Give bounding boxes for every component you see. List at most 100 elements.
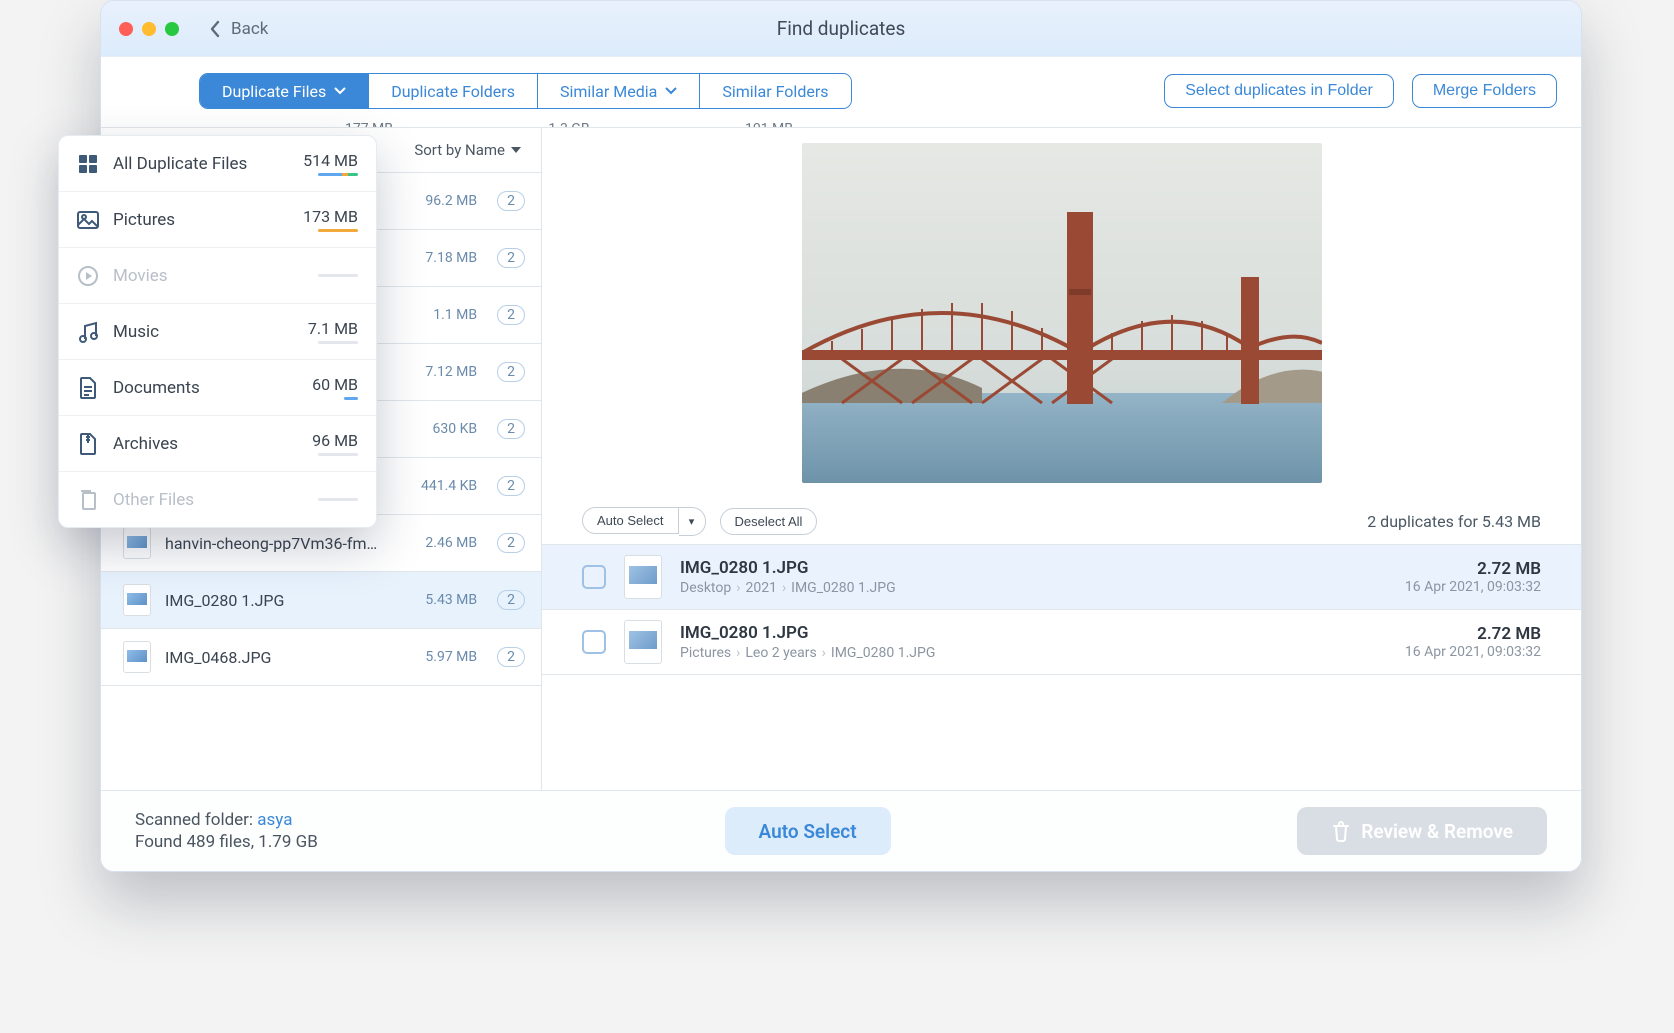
- auto-select-button[interactable]: Auto Select: [582, 507, 679, 534]
- review-remove-button[interactable]: Review & Remove: [1297, 807, 1547, 855]
- category-archives[interactable]: Archives 96 MB: [59, 416, 376, 472]
- category-size: 96 MB: [312, 431, 358, 450]
- file-size: 441.4 KB: [421, 478, 477, 494]
- auto-select-split: Auto Select ▾: [582, 507, 706, 536]
- tab-bar: Duplicate Files Duplicate Folders Simila…: [199, 73, 852, 109]
- tab-similar-folders[interactable]: Similar Folders: [700, 74, 850, 108]
- duplicate-count-badge: 2: [497, 533, 525, 553]
- category-label: All Duplicate Files: [113, 154, 289, 174]
- toolbar: Duplicate Files Duplicate Folders Simila…: [101, 56, 1581, 115]
- file-size: 1.1 MB: [433, 307, 477, 323]
- tab-duplicate-files[interactable]: Duplicate Files: [200, 74, 369, 108]
- duplicate-count-badge: 2: [497, 590, 525, 610]
- category-label: Documents: [113, 378, 298, 398]
- chevron-down-icon: [665, 87, 677, 95]
- file-size: 2.46 MB: [425, 535, 477, 551]
- file-name: IMG_0468.JPG: [165, 648, 411, 667]
- merge-folders-button[interactable]: Merge Folders: [1412, 74, 1557, 108]
- tab-label: Similar Media: [560, 82, 657, 101]
- file-size: 5.97 MB: [425, 649, 477, 665]
- trash-icon: [1331, 820, 1351, 842]
- duplicate-row[interactable]: IMG_0280 1.JPG Desktop›2021›IMG_0280 1.JP…: [542, 545, 1581, 610]
- minimize-icon[interactable]: [142, 22, 156, 36]
- category-documents[interactable]: Documents 60 MB: [59, 360, 376, 416]
- row-checkbox[interactable]: [582, 630, 606, 654]
- sort-label: Sort by Name: [414, 141, 505, 159]
- file-thumbnail-icon: [123, 584, 151, 616]
- window-title: Find duplicates: [101, 17, 1581, 40]
- play-circle-icon: [77, 265, 99, 287]
- auto-select-menu[interactable]: ▾: [679, 507, 706, 536]
- file-thumbnail-icon: [624, 555, 662, 599]
- file-size: 5.43 MB: [425, 592, 477, 608]
- music-icon: [77, 321, 99, 343]
- review-label: Review & Remove: [1361, 820, 1513, 843]
- duplicate-file-path: Desktop›2021›IMG_0280 1.JPG: [680, 580, 1387, 596]
- file-thumbnail-icon: [123, 527, 151, 559]
- file-size: 7.12 MB: [425, 364, 477, 380]
- category-size: 514 MB: [303, 151, 358, 170]
- file-size: 630 KB: [433, 421, 478, 437]
- category-size: 173 MB: [303, 207, 358, 226]
- tab-label: Duplicate Folders: [391, 82, 515, 101]
- category-label: Other Files: [113, 490, 304, 510]
- file-size: 7.18 MB: [425, 250, 477, 266]
- tab-duplicate-folders[interactable]: Duplicate Folders: [369, 74, 538, 108]
- category-pictures[interactable]: Pictures 173 MB: [59, 192, 376, 248]
- scanned-folder-label: Scanned folder:: [135, 810, 257, 830]
- category-popover: All Duplicate Files 514 MB Pictures 173 …: [58, 135, 377, 528]
- tab-label: Similar Folders: [722, 82, 828, 101]
- preview-image-area: [542, 128, 1581, 498]
- tab-label: Duplicate Files: [222, 82, 326, 101]
- back-button[interactable]: Back: [209, 19, 268, 39]
- tab-similar-media[interactable]: Similar Media: [538, 74, 700, 108]
- duplicate-summary: 2 duplicates for 5.43 MB: [1367, 512, 1541, 531]
- duplicate-row[interactable]: IMG_0280 1.JPGPictures›Leo 2 years›IMG_0…: [542, 610, 1581, 675]
- duplicate-file-path: Pictures›Leo 2 years›IMG_0280 1.JPG: [680, 645, 1387, 661]
- chevron-left-icon: [209, 20, 221, 38]
- row-checkbox[interactable]: [582, 565, 606, 589]
- footer-auto-select-button[interactable]: Auto Select: [725, 807, 891, 855]
- category-label: Pictures: [113, 210, 289, 230]
- duplicate-count-badge: 2: [497, 647, 525, 667]
- file-thumbnail-icon: [123, 641, 151, 673]
- chevron-down-icon: [334, 87, 346, 95]
- category-movies[interactable]: Movies: [59, 248, 376, 304]
- duplicate-file-size: 2.72 MB: [1477, 559, 1541, 579]
- duplicate-count-badge: 2: [497, 476, 525, 496]
- duplicate-count-badge: 2: [497, 248, 525, 268]
- file-name: hanvin-cheong-pp7Vm36-fm…: [165, 534, 411, 553]
- window-controls: [119, 22, 179, 36]
- preview-image: [802, 143, 1322, 483]
- duplicate-file-name: IMG_0280 1.JPG: [680, 558, 1387, 578]
- duplicate-file-date: 16 Apr 2021, 09:03:32: [1405, 644, 1541, 660]
- category-music[interactable]: Music 7.1 MB: [59, 304, 376, 360]
- caret-down-icon: [511, 147, 521, 153]
- duplicate-file-size: 2.72 MB: [1477, 624, 1541, 644]
- file-row[interactable]: IMG_0280 1.JPG 5.43 MB 2: [101, 572, 541, 629]
- document-icon: [77, 377, 99, 399]
- select-duplicates-in-folder-button[interactable]: Select duplicates in Folder: [1164, 74, 1394, 108]
- found-summary: Found 489 files, 1.79 GB: [135, 832, 318, 852]
- image-icon: [77, 209, 99, 231]
- category-other[interactable]: Other Files: [59, 472, 376, 527]
- category-all[interactable]: All Duplicate Files 514 MB: [59, 136, 376, 192]
- duplicate-rows: IMG_0280 1.JPG Desktop›2021›IMG_0280 1.JP…: [542, 545, 1581, 675]
- file-row[interactable]: IMG_0468.JPG 5.97 MB 2: [101, 629, 541, 686]
- category-label: Movies: [113, 266, 304, 286]
- duplicate-count-badge: 2: [497, 419, 525, 439]
- grid-icon: [77, 153, 99, 175]
- scan-info: Scanned folder: asya Found 489 files, 1.…: [135, 810, 318, 852]
- back-label: Back: [231, 19, 268, 39]
- duplicate-controls: Auto Select ▾ Deselect All 2 duplicates …: [542, 498, 1581, 545]
- file-name: IMG_0280 1.JPG: [165, 591, 411, 610]
- deselect-all-button[interactable]: Deselect All: [720, 508, 818, 535]
- archive-icon: [77, 433, 99, 455]
- scanned-folder-link[interactable]: asya: [257, 810, 292, 830]
- duplicate-count-badge: 2: [497, 362, 525, 382]
- zoom-icon[interactable]: [165, 22, 179, 36]
- category-size: 60 MB: [312, 375, 358, 394]
- duplicate-count-badge: 2: [497, 305, 525, 325]
- file-size: 96.2 MB: [425, 193, 477, 209]
- close-icon[interactable]: [119, 22, 133, 36]
